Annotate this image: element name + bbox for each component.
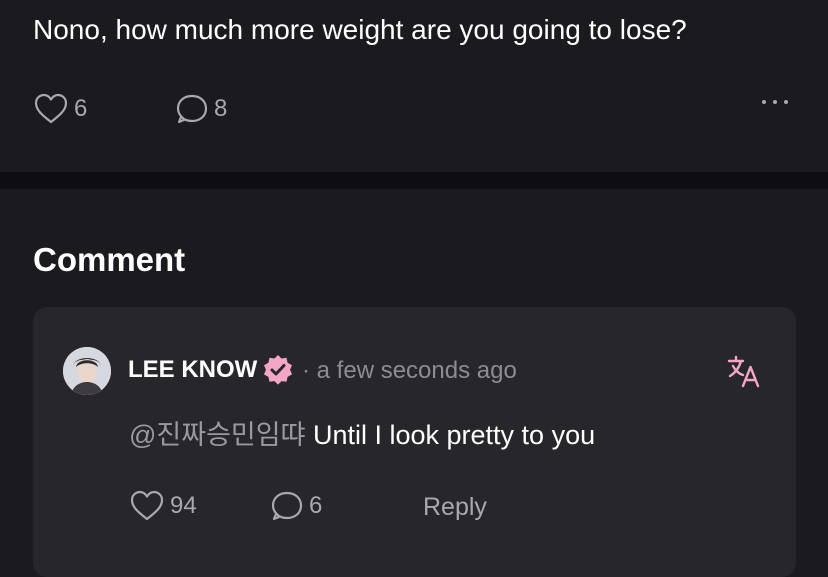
comments-section: Comment LEE KNOW · a few seconds ago @진짜…: [0, 189, 828, 577]
speech-bubble-icon: [271, 490, 303, 522]
post: Nono, how much more weight are you going…: [0, 0, 828, 172]
comment-timestamp: · a few seconds ago: [302, 357, 517, 384]
more-dot-icon: [762, 100, 766, 104]
speech-bubble-icon: [176, 93, 208, 125]
section-title: Comment: [33, 241, 186, 278]
more-dot-icon: [784, 100, 788, 104]
comment-reply-count: 6: [309, 492, 323, 519]
avatar[interactable]: [63, 347, 111, 395]
comment-like-count: 94: [170, 492, 197, 519]
heart-icon: [34, 93, 68, 125]
heart-icon: [130, 490, 164, 522]
comment-text: Until I look pretty to you: [312, 420, 596, 450]
more-options-button[interactable]: [762, 100, 788, 104]
post-like-count: 6: [74, 95, 88, 122]
comment-like-button[interactable]: 94: [130, 490, 197, 522]
post-comment-button[interactable]: 8: [176, 93, 227, 125]
comment-card: LEE KNOW · a few seconds ago @진짜승민임땨 Unt…: [33, 307, 796, 577]
post-like-button[interactable]: 6: [34, 93, 87, 125]
verified-badge-icon: [261, 353, 295, 387]
translate-icon[interactable]: [726, 353, 762, 389]
section-divider: [0, 172, 828, 189]
comment-author[interactable]: LEE KNOW: [128, 356, 257, 384]
post-comment-count: 8: [214, 95, 228, 122]
more-dot-icon: [773, 100, 777, 104]
reply-button[interactable]: Reply: [423, 493, 487, 522]
comment-reply-count-button[interactable]: 6: [271, 490, 322, 522]
comment-mention[interactable]: @진짜승민임땨: [129, 420, 305, 450]
post-text: Nono, how much more weight are you going…: [33, 14, 687, 45]
comment-body: @진짜승민임땨 Until I look pretty to you: [129, 413, 595, 452]
